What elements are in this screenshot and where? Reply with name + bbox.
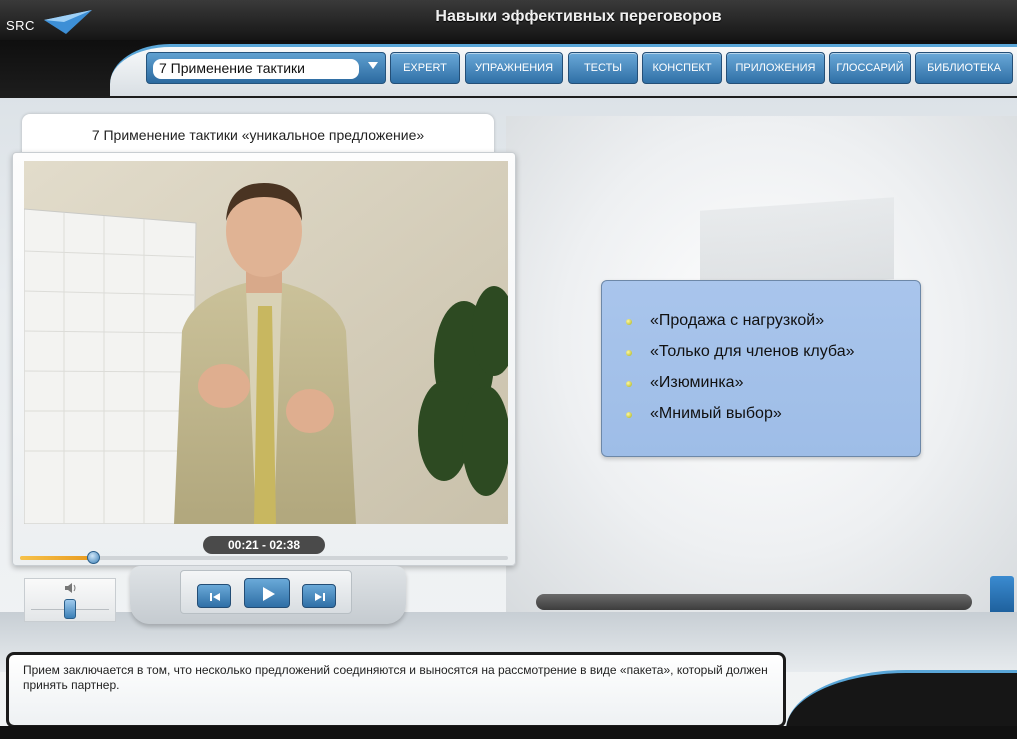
bullet-text: «Продажа с нагрузкой»	[650, 312, 825, 329]
title-bar: SRC Навыки эффективных переговоров	[0, 0, 1017, 40]
chevron-down-icon	[368, 62, 378, 69]
skip-previous-button[interactable]	[197, 584, 231, 608]
slide-background-graphic	[700, 197, 894, 293]
volume-slider-handle[interactable]	[64, 599, 76, 619]
bullet-icon	[626, 381, 632, 387]
glossary-button[interactable]: ГЛОССАРИЙ	[829, 52, 911, 84]
bullet-panel: «Продажа с нагрузкой» «Только для членов…	[601, 280, 921, 457]
skip-previous-icon	[210, 593, 220, 601]
bullet-icon	[626, 350, 632, 356]
seek-progress	[20, 556, 94, 560]
app-title: Навыки эффективных переговоров	[435, 8, 722, 25]
expert-button[interactable]: EXPERT	[390, 52, 460, 84]
appendices-button[interactable]: ПРИЛОЖЕНИЯ	[726, 52, 825, 84]
play-button[interactable]	[244, 578, 290, 608]
description-text: Прием заключается в том, что несколько п…	[23, 663, 768, 692]
bullet-text: «Только для членов клуба»	[650, 343, 855, 360]
speaker-icon	[65, 583, 76, 593]
topic-select-value: 7 Применение тактики	[153, 59, 359, 79]
video-title: 7 Применение тактики «уникальное предлож…	[22, 114, 494, 156]
tests-button[interactable]: ТЕСТЫ	[568, 52, 638, 84]
volume-control	[24, 578, 116, 622]
slide-scrollbar[interactable]	[536, 594, 972, 610]
topic-select[interactable]: 7 Применение тактики	[146, 52, 386, 84]
video-seek-bar[interactable]	[20, 551, 508, 564]
bottom-decor	[786, 670, 1017, 730]
description-box: Прием заключается в том, что несколько п…	[6, 652, 786, 728]
bullet-text: «Мнимый выбор»	[650, 405, 782, 422]
video-player[interactable]	[24, 161, 508, 524]
summary-button[interactable]: КОНСПЕКТ	[642, 52, 722, 84]
bullet-text: «Изюминка»	[650, 374, 744, 391]
skip-next-button[interactable]	[302, 584, 336, 608]
library-button[interactable]: БИБЛИОТЕКА	[915, 52, 1013, 84]
book-icon	[990, 576, 1014, 616]
skip-next-icon	[315, 593, 325, 601]
video-timecode: 00:21 - 02:38	[203, 536, 325, 554]
exercises-button[interactable]: УПРАЖНЕНИЯ	[465, 52, 563, 84]
bullet-icon	[626, 412, 632, 418]
bullet-icon	[626, 319, 632, 325]
bottom-bar	[0, 726, 1017, 739]
play-icon	[263, 587, 275, 601]
